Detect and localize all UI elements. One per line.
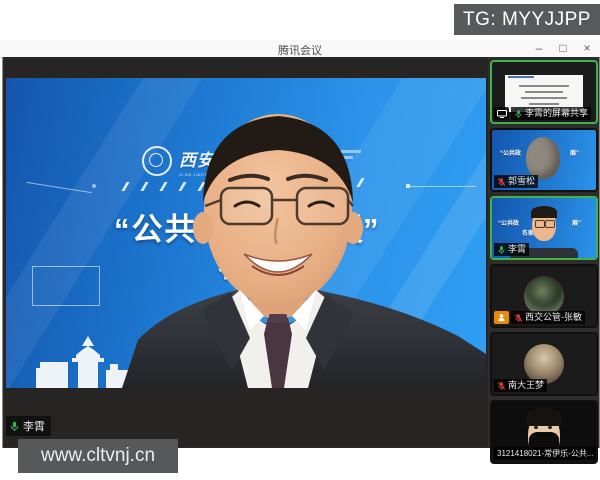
member-badge-icon [494, 311, 509, 324]
participant-tile-zhang-min[interactable]: 西交公管-张敏 [490, 264, 598, 328]
mic-on-icon [10, 421, 19, 431]
participant-head-silhouette [526, 137, 560, 179]
mic-muted-icon [497, 381, 506, 390]
speaker-portrait [122, 114, 486, 388]
participant-label: 南大王梦 [494, 379, 548, 392]
screen-share-icon [494, 107, 509, 120]
mic-on-icon [515, 109, 522, 118]
mic-muted-icon [514, 313, 523, 322]
participant-name-text: 李霄的屏幕共享 [525, 108, 589, 118]
participant-tile-screen-share[interactable]: 李霄的屏幕共享 [490, 60, 598, 124]
screenshot-root: { "overlays": { "tg_badge": "TG: MYYJJPP… [0, 0, 600, 480]
speaker-name-tag: 李霄 [6, 416, 51, 436]
participant-label: 李霄 [494, 243, 530, 256]
participant-name-text: 李霄 [508, 244, 527, 254]
minimize-button[interactable]: – [532, 41, 546, 56]
site-watermark: www.cltvnj.cn [18, 439, 178, 473]
participant-tile-wang-meng[interactable]: 南大王梦 [490, 332, 598, 396]
maximize-button[interactable]: □ [556, 41, 570, 56]
meeting-window-body: 西安交通大学 XI'AN JIAOTONG UNIVERSITY “公共政 展” [2, 57, 600, 464]
participant-label: 3121418021-常伊乐-公共... [494, 447, 596, 460]
participant-name-text: 西交公管-张敏 [525, 312, 582, 322]
avatar [524, 344, 564, 384]
participant-name-text: 3121418021-常伊乐-公共... [497, 449, 594, 458]
mic-on-icon [498, 245, 505, 254]
window-title: 腾讯会议 [278, 45, 322, 57]
participant-name-text: 南大王梦 [508, 380, 545, 390]
participant-tile-guo-xuesong[interactable]: “公共政 展” 郭雪松 [490, 128, 598, 192]
mini-speaker-face [529, 206, 559, 244]
presentation-slide-background: 西安交通大学 XI'AN JIAOTONG UNIVERSITY “公共政 展” [6, 78, 486, 388]
participants-sidebar: 李霄的屏幕共享 “公共政 展” 郭雪松 “公共政 展” 名家 李霄 西交公管-张… [490, 60, 598, 468]
avatar [524, 276, 564, 316]
participant-label: 李霄的屏幕共享 [511, 107, 592, 120]
participant-tile-li-xiao[interactable]: “公共政 展” 名家 李霄 [490, 196, 598, 260]
window-titlebar[interactable]: 腾讯会议 – □ × [0, 40, 600, 58]
tg-watermark-badge: TG: MYYJJPP [454, 4, 600, 35]
participant-label: 西交公管-张敏 [511, 311, 585, 324]
main-speaker-video[interactable]: 西安交通大学 XI'AN JIAOTONG UNIVERSITY “公共政 展” [4, 57, 488, 447]
mic-muted-icon [497, 177, 506, 186]
close-button[interactable]: × [580, 41, 594, 56]
participant-tile-chang-yile[interactable]: 3121418021-常伊乐-公共... [490, 400, 598, 464]
speaker-name-text: 李霄 [23, 421, 45, 433]
participant-label: 郭雪松 [494, 175, 539, 188]
participant-name-text: 郭雪松 [508, 176, 536, 186]
window-controls: – □ × [532, 40, 594, 57]
